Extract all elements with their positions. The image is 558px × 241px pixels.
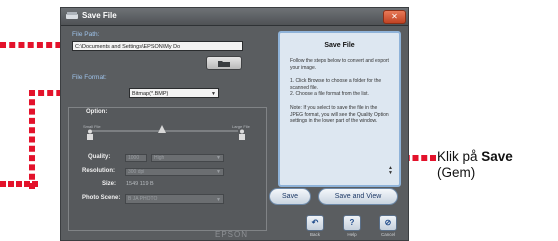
save-and-view-button[interactable]: Save and View bbox=[318, 188, 398, 205]
resolution-select[interactable]: 300 dpi ▼ bbox=[125, 168, 224, 176]
annotation-line-file-format-v bbox=[29, 90, 35, 189]
file-path-input[interactable]: C:\Documents and Settings\EPSON\My Do bbox=[72, 41, 243, 51]
help-panel-title: Save File bbox=[324, 42, 355, 49]
epson-logo: EPSON bbox=[215, 230, 249, 239]
large-file-icon bbox=[239, 129, 245, 140]
callout-bold: Save bbox=[481, 149, 513, 164]
resolution-select-value: 300 dpi bbox=[128, 169, 145, 175]
scanner-icon bbox=[66, 12, 78, 19]
help-panel-note: Note: If you select to save the file in … bbox=[290, 105, 389, 124]
save-callout: Klik på Save (Gem) bbox=[437, 149, 513, 181]
scroll-arrows-icon[interactable]: ▲ ▼ bbox=[388, 166, 393, 176]
photo-scene-select[interactable]: B JA PHOTO ▼ bbox=[125, 194, 224, 204]
window-title: Save File bbox=[82, 11, 117, 20]
callout-line2: (Gem) bbox=[437, 165, 476, 180]
cancel-icon: ⊘ bbox=[384, 218, 392, 227]
back-button[interactable]: ↶ bbox=[306, 215, 324, 231]
back-arrow-icon: ↶ bbox=[311, 218, 319, 227]
file-format-select[interactable]: Bitmap(*.BMP) ▼ bbox=[129, 88, 219, 98]
chevron-down-icon: ▼ bbox=[216, 169, 221, 175]
option-title: Option: bbox=[86, 109, 108, 115]
chevron-down-icon: ▼ bbox=[216, 197, 221, 203]
close-button[interactable]: ✕ bbox=[383, 10, 406, 24]
size-label: Size: bbox=[102, 181, 117, 187]
file-path-label: File Path: bbox=[72, 31, 100, 38]
browse-button[interactable] bbox=[206, 56, 242, 70]
help-panel-intro: Follow the steps below to convert and ex… bbox=[290, 58, 389, 71]
file-format-value: Bitmap(*.BMP) bbox=[132, 91, 169, 97]
resolution-label: Resolution: bbox=[82, 168, 115, 174]
back-label: Back bbox=[309, 232, 320, 237]
callout-prefix: Klik på bbox=[437, 149, 482, 164]
option-group: Option: Small File Large File Quality: 1… bbox=[68, 107, 267, 231]
cancel-button[interactable]: ⊘ bbox=[379, 215, 397, 231]
chevron-down-icon: ▼ bbox=[216, 155, 221, 161]
quality-value-input[interactable]: 1000 bbox=[125, 154, 147, 162]
save-file-window: Save File ✕ File Path: C:\Documents and … bbox=[60, 7, 409, 241]
help-button[interactable]: ? bbox=[343, 215, 361, 231]
cancel-label: Cancel bbox=[380, 232, 395, 237]
title-bar: Save File ✕ bbox=[61, 8, 408, 26]
chevron-down-icon: ▼ bbox=[211, 91, 216, 97]
file-size-slider-thumb[interactable] bbox=[158, 125, 166, 133]
help-panel-steps: 1. Click Browse to choose a folder for t… bbox=[290, 78, 382, 97]
photo-scene-label: Photo Scene: bbox=[82, 195, 121, 201]
help-label: Help bbox=[347, 232, 357, 237]
quality-select[interactable]: High ▼ bbox=[151, 154, 224, 162]
quality-label: Quality: bbox=[88, 154, 111, 160]
folder-icon bbox=[218, 61, 230, 67]
size-value: 1549 119 B bbox=[126, 181, 154, 187]
help-panel: Save File Follow the steps below to conv… bbox=[278, 31, 401, 187]
photo-scene-value: B JA PHOTO bbox=[128, 196, 158, 202]
quality-select-value: High bbox=[154, 155, 165, 161]
save-button[interactable]: Save bbox=[269, 188, 311, 205]
annotation-line-file-format-bottom bbox=[0, 181, 38, 187]
help-question-icon: ? bbox=[349, 218, 355, 227]
file-format-label: File Format: bbox=[72, 74, 107, 81]
